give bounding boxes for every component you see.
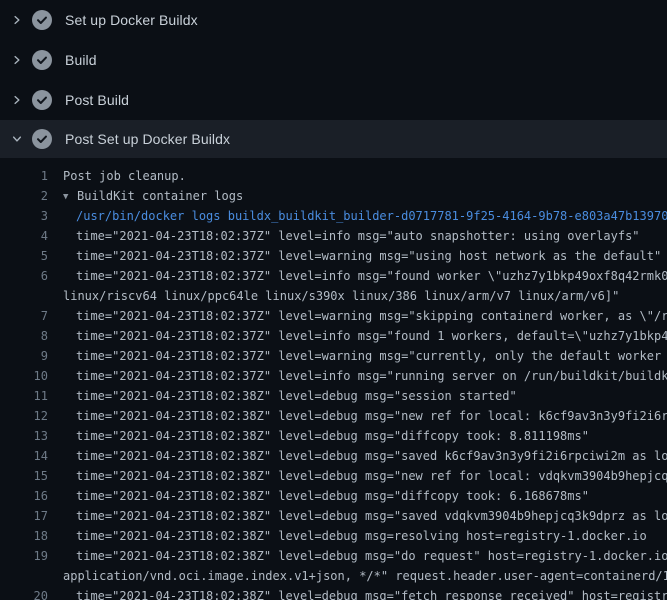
log-text: time="2021-04-23T18:02:38Z" level=debug … (63, 389, 517, 403)
log-row: 7 time="2021-04-23T18:02:37Z" level=warni… (0, 306, 667, 326)
step-header-post-build[interactable]: Post Build (0, 80, 667, 120)
log-row: 9 time="2021-04-23T18:02:37Z" level=warni… (0, 346, 667, 366)
line-number[interactable]: 12 (0, 409, 48, 423)
line-number[interactable]: 2 (0, 189, 48, 203)
line-number[interactable]: 14 (0, 449, 48, 463)
chevron-right-icon (9, 12, 25, 28)
line-number[interactable]: 5 (0, 249, 48, 263)
chevron-down-icon (9, 131, 25, 147)
step-label: Set up Docker Buildx (65, 12, 198, 28)
log-text: time="2021-04-23T18:02:38Z" level=debug … (63, 489, 589, 503)
log-row: 14 time="2021-04-23T18:02:38Z" level=debu… (0, 446, 667, 466)
step-header-build[interactable]: Build (0, 40, 667, 80)
line-number[interactable]: 11 (0, 389, 48, 403)
step-header-set-up-docker-buildx[interactable]: Set up Docker Buildx (0, 0, 667, 40)
log-text: linux/riscv64 linux/ppc64le linux/s390x … (63, 289, 619, 303)
log-row: 19 time="2021-04-23T18:02:38Z" level=debu… (0, 546, 667, 566)
line-number[interactable]: 8 (0, 329, 48, 343)
check-circle-icon (32, 129, 52, 149)
log-text: time="2021-04-23T18:02:38Z" level=debug … (63, 549, 667, 563)
line-number[interactable]: 20 (0, 589, 48, 600)
line-number[interactable]: 4 (0, 229, 48, 243)
log-text: time="2021-04-23T18:02:38Z" level=debug … (63, 429, 589, 443)
log-text: time="2021-04-23T18:02:37Z" level=warnin… (63, 309, 667, 323)
log-text: time="2021-04-23T18:02:37Z" level=warnin… (63, 349, 667, 363)
log-text: time="2021-04-23T18:02:37Z" level=info m… (63, 369, 667, 383)
log-row: 5 time="2021-04-23T18:02:37Z" level=warni… (0, 246, 667, 266)
step-label: Post Build (65, 92, 129, 108)
command-text: /usr/bin/docker logs buildx_buildkit_bui… (63, 209, 667, 223)
line-number[interactable]: 9 (0, 349, 48, 363)
log-text: time="2021-04-23T18:02:37Z" level=info m… (63, 229, 640, 243)
log-row: 18 time="2021-04-23T18:02:38Z" level=debu… (0, 526, 667, 546)
check-circle-icon (32, 10, 52, 30)
log-row: 10 time="2021-04-23T18:02:37Z" level=info… (0, 366, 667, 386)
log-text: time="2021-04-23T18:02:38Z" level=debug … (63, 509, 667, 523)
log-row: linux/riscv64 linux/ppc64le linux/s390x … (0, 286, 667, 306)
log-text: time="2021-04-23T18:02:38Z" level=debug … (63, 409, 667, 423)
log-row: 11 time="2021-04-23T18:02:38Z" level=debu… (0, 386, 667, 406)
log-text: application/vnd.oci.image.index.v1+json,… (63, 569, 667, 583)
line-number[interactable]: 1 (0, 169, 48, 183)
log-text: time="2021-04-23T18:02:38Z" level=debug … (63, 469, 667, 483)
line-number[interactable]: 10 (0, 369, 48, 383)
line-number[interactable]: 13 (0, 429, 48, 443)
step-label: Post Set up Docker Buildx (65, 131, 230, 147)
log-group-row[interactable]: 2 ▼BuildKit container logs (0, 186, 667, 206)
log-text: ▼BuildKit container logs (63, 189, 243, 203)
log-row: 4 time="2021-04-23T18:02:37Z" level=info … (0, 226, 667, 246)
log-row: 13 time="2021-04-23T18:02:38Z" level=debu… (0, 426, 667, 446)
log-text: time="2021-04-23T18:02:37Z" level=warnin… (63, 249, 661, 263)
check-circle-icon (32, 90, 52, 110)
step-label: Build (65, 52, 97, 68)
log-row: 8 time="2021-04-23T18:02:37Z" level=info … (0, 326, 667, 346)
triangle-down-icon: ▼ (63, 192, 77, 202)
log-row: 12 time="2021-04-23T18:02:38Z" level=debu… (0, 406, 667, 426)
log-text: time="2021-04-23T18:02:38Z" level=debug … (63, 529, 647, 543)
actions-log-viewer: Set up Docker Buildx Build Post Build Po… (0, 0, 667, 600)
chevron-right-icon (9, 52, 25, 68)
line-number[interactable]: 3 (0, 209, 48, 223)
log-row: 17 time="2021-04-23T18:02:38Z" level=debu… (0, 506, 667, 526)
line-number[interactable]: 17 (0, 509, 48, 523)
chevron-right-icon (9, 92, 25, 108)
line-number[interactable]: 7 (0, 309, 48, 323)
line-number[interactable]: 19 (0, 549, 48, 563)
log-row: 1 Post job cleanup. (0, 166, 667, 186)
log-text: time="2021-04-23T18:02:37Z" level=info m… (63, 269, 667, 283)
log-output: 1 Post job cleanup. 2 ▼BuildKit container l… (0, 158, 667, 600)
line-number[interactable]: 18 (0, 529, 48, 543)
log-text: time="2021-04-23T18:02:37Z" level=info m… (63, 329, 667, 343)
log-row: 15 time="2021-04-23T18:02:38Z" level=debu… (0, 466, 667, 486)
log-text: time="2021-04-23T18:02:38Z" level=debug … (63, 449, 667, 463)
line-number[interactable]: 6 (0, 269, 48, 283)
log-row: 3/usr/bin/docker logs buildx_buildkit_bu… (0, 206, 667, 226)
log-text: Post job cleanup. (63, 169, 186, 183)
step-header-post-set-up-docker-buildx[interactable]: Post Set up Docker Buildx (0, 120, 667, 158)
line-number[interactable]: 16 (0, 489, 48, 503)
log-row: application/vnd.oci.image.index.v1+json,… (0, 566, 667, 586)
check-circle-icon (32, 50, 52, 70)
log-row: 6 time="2021-04-23T18:02:37Z" level=info … (0, 266, 667, 286)
log-text: time="2021-04-23T18:02:38Z" level=debug … (63, 589, 667, 600)
log-row: 16 time="2021-04-23T18:02:38Z" level=debu… (0, 486, 667, 506)
log-row: 20 time="2021-04-23T18:02:38Z" level=debu… (0, 586, 667, 600)
line-number[interactable]: 15 (0, 469, 48, 483)
